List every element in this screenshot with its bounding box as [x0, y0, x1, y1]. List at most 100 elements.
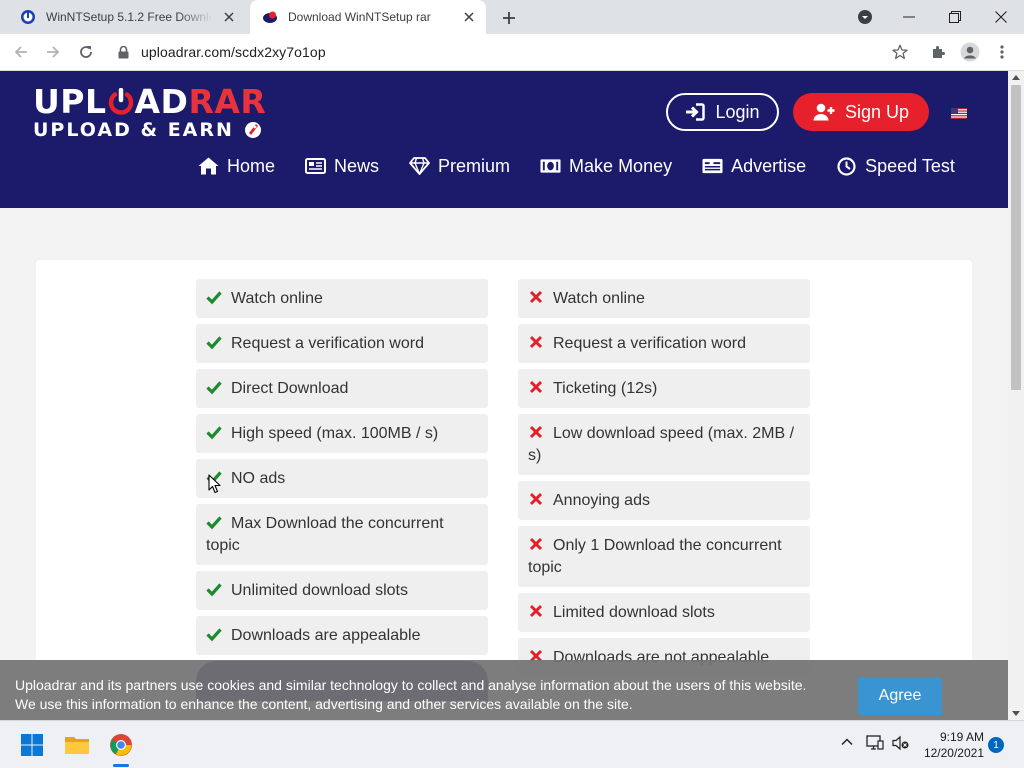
agree-button[interactable]: Agree — [858, 677, 942, 715]
free-feature-item: Low download speed (max. 2MB / s) — [518, 414, 810, 475]
premium-feature-item: Max Download the concurrent topic — [196, 504, 488, 565]
uploadrar-favicon-icon — [263, 11, 277, 23]
login-button[interactable]: Login — [666, 93, 779, 131]
cross-icon — [529, 492, 543, 506]
clock-icon — [836, 156, 857, 176]
feature-text: Limited download slots — [553, 604, 715, 621]
premium-feature-item: Request a verification word — [196, 324, 488, 363]
clock-time: 9:19 AM — [939, 730, 984, 744]
tab-search-dropdown-icon[interactable] — [842, 0, 888, 34]
nav-label: Advertise — [731, 155, 807, 176]
cookie-message-line-1: Uploadrar and its partners use cookies a… — [15, 677, 807, 693]
scrollbar-thumb[interactable] — [1011, 85, 1021, 390]
premium-feature-item: Watch online — [196, 279, 488, 318]
free-feature-item: Watch online — [518, 279, 810, 318]
windows-start-icon[interactable] — [16, 729, 48, 761]
scroll-up-arrow-icon[interactable] — [1012, 75, 1020, 80]
check-icon — [206, 291, 222, 305]
show-hidden-icons-chevron-icon[interactable] — [840, 735, 854, 749]
feature-text: Request a verification word — [231, 335, 424, 352]
address-bar[interactable]: uploadrar.com/scdx2xy7o1op — [108, 38, 920, 66]
home-icon — [198, 157, 219, 175]
feature-text: Unlimited download slots — [231, 582, 408, 599]
cross-icon — [529, 604, 543, 618]
browser-toolbar: uploadrar.com/scdx2xy7o1op — [0, 34, 1024, 71]
taskbar-clock[interactable]: 9:19 AM 12/20/2021 — [918, 729, 984, 761]
free-feature-item: Limited download slots — [518, 593, 810, 632]
feature-text: Direct Download — [231, 380, 349, 397]
bookmark-star-icon[interactable] — [892, 44, 908, 60]
premium-feature-item: Unlimited download slots — [196, 571, 488, 610]
nav-label: Speed Test — [865, 155, 955, 176]
check-icon — [206, 381, 222, 395]
nav-advertise[interactable]: Advertise — [702, 156, 806, 177]
nav-label: News — [334, 155, 380, 176]
tab-strip: WinNTSetup 5.1.2 Free Download Download … — [0, 0, 1024, 34]
logo-tagline: UPLOAD & EARN — [33, 119, 234, 141]
cookie-message-line-2: We use this information to enhance the c… — [15, 696, 633, 712]
ad-card-icon — [702, 157, 723, 175]
cookie-message: Uploadrar and its partners use cookies a… — [15, 676, 835, 714]
file-explorer-icon[interactable] — [61, 729, 93, 761]
close-window-icon[interactable] — [978, 0, 1024, 34]
nav-make-money[interactable]: Make Money — [540, 156, 672, 177]
tab-title: Download WinNTSetup rar — [288, 10, 431, 24]
diamond-icon — [409, 157, 430, 175]
lock-icon — [118, 45, 129, 58]
premium-feature-item: Downloads are appealable — [196, 616, 488, 655]
minimize-window-icon[interactable] — [886, 0, 932, 34]
nav-news[interactable]: News — [305, 156, 379, 177]
check-icon — [206, 628, 222, 642]
volume-muted-icon[interactable] — [892, 735, 910, 751]
site-header: UPL ADRAR UPLOAD & EARN Login Sign Up Ho… — [0, 71, 1008, 208]
sign-in-icon — [686, 103, 706, 121]
signup-button[interactable]: Sign Up — [793, 93, 929, 131]
check-icon — [206, 516, 222, 530]
chrome-menu-icon[interactable] — [989, 39, 1015, 65]
forward-arrow-icon[interactable] — [40, 39, 66, 65]
page-viewport: UPL ADRAR UPLOAD & EARN Login Sign Up Ho… — [0, 71, 1008, 720]
feature-text: Watch online — [231, 290, 323, 307]
notification-badge[interactable]: 1 — [988, 737, 1004, 753]
network-monitor-icon[interactable] — [866, 735, 884, 751]
profile-avatar-icon[interactable] — [957, 39, 983, 65]
page-scrollbar[interactable] — [1008, 71, 1024, 720]
reload-icon[interactable] — [73, 39, 99, 65]
cross-icon — [529, 290, 543, 304]
nav-label: Make Money — [569, 155, 673, 176]
chrome-taskbar-icon[interactable] — [105, 729, 137, 761]
new-tab-plus-icon[interactable] — [497, 6, 521, 30]
tab-close-icon[interactable] — [220, 8, 238, 26]
uploadrar-logo[interactable]: UPL ADRAR UPLOAD & EARN — [33, 82, 267, 142]
back-arrow-icon[interactable] — [8, 39, 34, 65]
nav-speed-test[interactable]: Speed Test — [836, 156, 955, 177]
newspaper-icon — [305, 157, 327, 175]
logo-word-rar: RAR — [188, 82, 267, 121]
free-feature-item: Annoying ads — [518, 481, 810, 520]
scroll-down-arrow-icon[interactable] — [1012, 711, 1020, 716]
feature-text: Only 1 Download the concurrent topic — [528, 537, 782, 576]
premium-features-list: Watch online Request a verification word… — [196, 279, 488, 701]
power-button-o-icon — [108, 87, 133, 115]
free-feature-item: Only 1 Download the concurrent topic — [518, 526, 810, 587]
cross-icon — [529, 425, 543, 439]
feature-text: High speed (max. 100MB / s) — [231, 425, 439, 442]
free-features-list: Watch online Request a verification word… — [518, 279, 810, 683]
clock-date: 12/20/2021 — [923, 746, 984, 760]
windows-taskbar: 9:19 AM 12/20/2021 1 — [0, 720, 1024, 768]
free-feature-item: Request a verification word — [518, 324, 810, 363]
premium-feature-item: Direct Download — [196, 369, 488, 408]
tab-download-winntsetup-rar[interactable]: Download WinNTSetup rar — [250, 0, 486, 34]
tab-close-icon[interactable] — [460, 8, 478, 26]
extensions-puzzle-icon[interactable] — [925, 39, 951, 65]
premium-feature-item: High speed (max. 100MB / s) — [196, 414, 488, 453]
nav-premium[interactable]: Premium — [409, 156, 510, 177]
feature-text: Max Download the concurrent topic — [206, 515, 444, 554]
feature-text: Downloads are appealable — [231, 627, 421, 644]
restore-window-icon[interactable] — [932, 0, 978, 34]
cookie-consent-banner: Uploadrar and its partners use cookies a… — [0, 660, 1008, 720]
nav-home[interactable]: Home — [198, 156, 275, 177]
us-flag-icon[interactable] — [951, 108, 967, 119]
tab-winntsetup-free-download[interactable]: WinNTSetup 5.1.2 Free Download — [8, 0, 246, 34]
mouse-pointer-icon — [208, 474, 221, 494]
